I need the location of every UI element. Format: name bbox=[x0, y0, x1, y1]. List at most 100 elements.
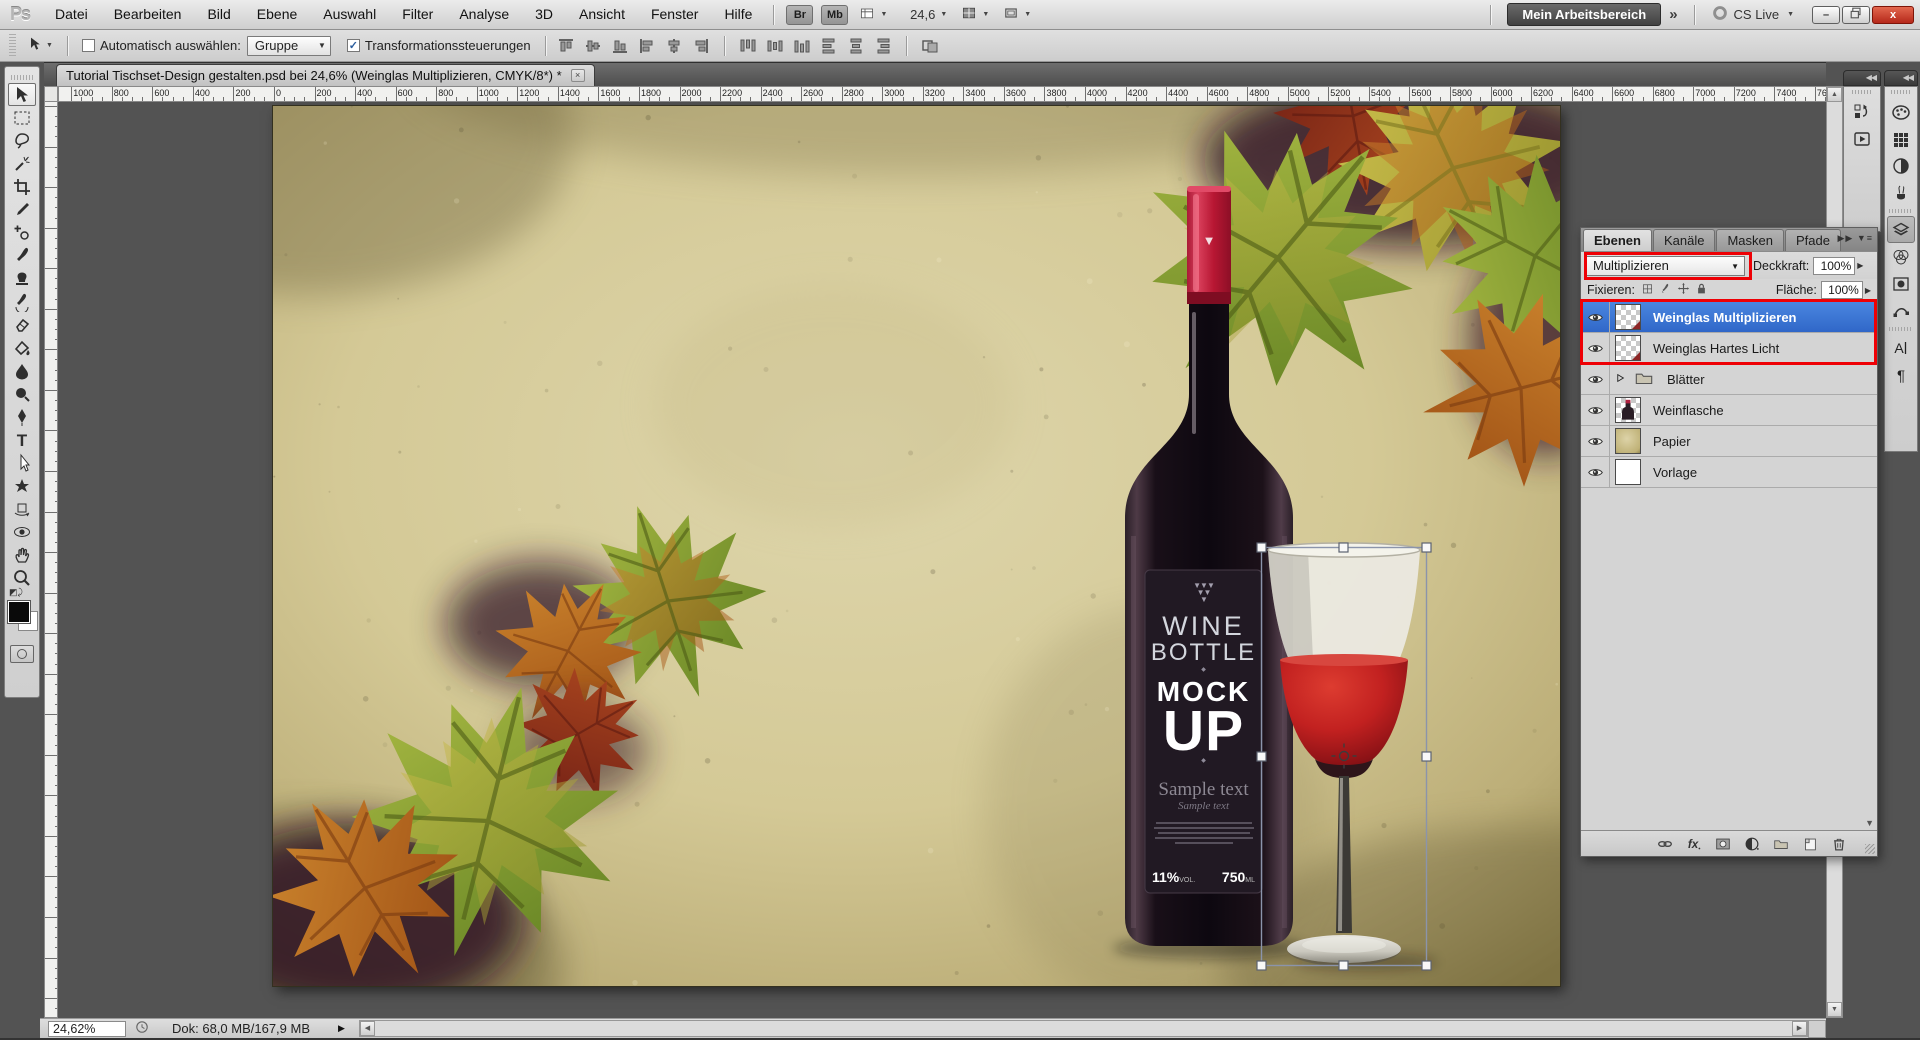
menu-analyse[interactable]: Analyse bbox=[446, 0, 522, 29]
layer-row-bl-tter[interactable]: Blätter bbox=[1581, 364, 1877, 395]
document-canvas[interactable]: ▼ ▼▼▼ ▼▼ ▼ WINE BOTTLE ◆ MOCK UP ◆ Sampl… bbox=[273, 106, 1560, 986]
layer-row-weinglas-hartes-licht[interactable]: Weinglas Hartes Licht bbox=[1581, 333, 1877, 364]
tool-hand[interactable] bbox=[8, 543, 36, 566]
dist-right-button[interactable] bbox=[871, 35, 895, 57]
layer-thumbnail[interactable] bbox=[1615, 397, 1641, 423]
auto-select-target-dropdown[interactable]: Gruppe ▼ bbox=[247, 36, 331, 56]
tools-grip[interactable] bbox=[11, 75, 33, 80]
dock-a-collapse-header[interactable]: ◀◀ bbox=[1843, 70, 1881, 86]
lock-position-icon[interactable] bbox=[1676, 281, 1691, 299]
dock-icon-swatches[interactable] bbox=[1887, 125, 1915, 152]
quick-mask-button[interactable] bbox=[10, 645, 34, 663]
tool-eyedropper[interactable] bbox=[8, 198, 36, 221]
layer-row-weinglas-multiplizieren[interactable]: Weinglas Multiplizieren bbox=[1581, 302, 1877, 333]
menu-ansicht[interactable]: Ansicht bbox=[566, 0, 638, 29]
show-transform-controls-checkbox[interactable]: ✓ bbox=[347, 39, 360, 52]
horizontal-scrollbar[interactable]: ◀ ▶ bbox=[359, 1020, 1808, 1037]
menu-filter[interactable]: Filter bbox=[389, 0, 446, 29]
panel-tab-masken[interactable]: Masken bbox=[1716, 229, 1784, 251]
arrange-documents-button[interactable]: ▼ bbox=[961, 5, 989, 24]
tool-zoom[interactable] bbox=[8, 566, 36, 589]
group-expander-icon[interactable] bbox=[1614, 372, 1629, 387]
dock-icon-paragraph[interactable]: ¶ bbox=[1887, 361, 1915, 388]
bridge-button[interactable]: Br bbox=[786, 5, 813, 25]
screen-mode-button[interactable]: ▼ bbox=[1003, 5, 1031, 24]
dock-icon-history[interactable] bbox=[1848, 98, 1876, 125]
trash-button[interactable] bbox=[1829, 834, 1849, 854]
layer-row-weinflasche[interactable]: Weinflasche bbox=[1581, 395, 1877, 426]
panel-tab-kan-le[interactable]: Kanäle bbox=[1653, 229, 1715, 251]
menu-3d[interactable]: 3D bbox=[522, 0, 566, 29]
swap-colors-icon[interactable]: ◩⤸ bbox=[9, 587, 23, 598]
fx-button[interactable]: fx bbox=[1684, 834, 1704, 854]
resize-grip[interactable] bbox=[1808, 1020, 1826, 1038]
panel-tab-pfade[interactable]: Pfade bbox=[1785, 229, 1841, 251]
dist-top-button[interactable] bbox=[736, 35, 760, 57]
scroll-down-button[interactable]: ▼ bbox=[1827, 1002, 1842, 1017]
tool-rect-marquee[interactable] bbox=[8, 106, 36, 129]
tool-orbit-3d[interactable] bbox=[8, 520, 36, 543]
new-layer-button[interactable] bbox=[1800, 834, 1820, 854]
menu-hilfe[interactable]: Hilfe bbox=[711, 0, 765, 29]
menu-bild[interactable]: Bild bbox=[194, 0, 243, 29]
tool-brush[interactable] bbox=[8, 244, 36, 267]
tool-preset-picker[interactable]: ▼ bbox=[27, 36, 53, 55]
visibility-eye-icon[interactable] bbox=[1581, 426, 1610, 456]
tool-healing-brush[interactable] bbox=[8, 221, 36, 244]
dock-b-collapse-header[interactable]: ◀◀ bbox=[1884, 70, 1918, 86]
visibility-eye-icon[interactable] bbox=[1581, 395, 1610, 425]
scroll-left-button[interactable]: ◀ bbox=[360, 1021, 375, 1036]
tool-move[interactable] bbox=[8, 83, 36, 106]
tool-quick-selection[interactable] bbox=[8, 152, 36, 175]
align-bottom-button[interactable] bbox=[608, 35, 632, 57]
tool-eraser[interactable] bbox=[8, 313, 36, 336]
align-top-button[interactable] bbox=[554, 35, 578, 57]
panel-resize-grip[interactable] bbox=[1865, 844, 1875, 854]
auto-align-button[interactable] bbox=[918, 35, 942, 57]
scroll-up-button[interactable]: ▲ bbox=[1827, 87, 1842, 102]
opacity-field[interactable]: 100% bbox=[1813, 257, 1855, 275]
list-scroll-down-icon[interactable]: ▼ bbox=[1865, 818, 1874, 828]
dock-icon-character[interactable]: A bbox=[1887, 334, 1915, 361]
visibility-eye-icon[interactable] bbox=[1581, 364, 1610, 394]
align-right-button[interactable] bbox=[689, 35, 713, 57]
layer-thumbnail[interactable] bbox=[1615, 428, 1641, 454]
restore-button[interactable] bbox=[1842, 6, 1870, 24]
link-button[interactable] bbox=[1655, 834, 1675, 854]
tool-clone-stamp[interactable] bbox=[8, 267, 36, 290]
dock-icon-color[interactable] bbox=[1887, 98, 1915, 125]
tool-crop[interactable] bbox=[8, 175, 36, 198]
dock-icon-paths[interactable] bbox=[1887, 297, 1915, 324]
view-extras-button[interactable]: ▼ bbox=[859, 5, 887, 24]
dock-icon-channels[interactable] bbox=[1887, 243, 1915, 270]
dock-icon-layers[interactable] bbox=[1887, 216, 1915, 243]
layer-row-papier[interactable]: Papier bbox=[1581, 426, 1877, 457]
align-left-button[interactable] bbox=[635, 35, 659, 57]
tool-pen[interactable] bbox=[8, 405, 36, 428]
document-tab[interactable]: Tutorial Tischset-Design gestalten.psd b… bbox=[56, 64, 595, 86]
dist-bottom-button[interactable] bbox=[790, 35, 814, 57]
minimize-button[interactable]: – bbox=[1812, 6, 1840, 24]
tool-burn[interactable] bbox=[8, 382, 36, 405]
dist-hcenter-button[interactable] bbox=[844, 35, 868, 57]
tool-paint-bucket[interactable] bbox=[8, 336, 36, 359]
auto-select-checkbox[interactable] bbox=[82, 39, 95, 52]
zoom-level-control[interactable]: 24,6▼ bbox=[901, 7, 947, 22]
layer-thumbnail[interactable] bbox=[1615, 304, 1641, 330]
fill-field[interactable]: 100% bbox=[1821, 281, 1863, 299]
lock-all-icon[interactable] bbox=[1694, 281, 1709, 299]
mask-button[interactable] bbox=[1713, 834, 1733, 854]
vertical-ruler[interactable]: 0200400600800100012001400160018002000220… bbox=[44, 102, 58, 1018]
dock-icon-masks[interactable] bbox=[1887, 270, 1915, 297]
dist-vcenter-button[interactable] bbox=[763, 35, 787, 57]
workspace-button[interactable]: Mein Arbeitsbereich bbox=[1507, 3, 1661, 26]
options-grip[interactable] bbox=[9, 34, 16, 58]
menu-auswahl[interactable]: Auswahl bbox=[310, 0, 389, 29]
blend-mode-dropdown[interactable]: Multiplizieren ▼ bbox=[1585, 256, 1745, 276]
layer-thumbnail[interactable] bbox=[1615, 459, 1641, 485]
panel-menu-icon[interactable]: ▼≡ bbox=[1857, 233, 1873, 243]
mini-bridge-button[interactable]: Mb bbox=[821, 5, 848, 25]
foreground-color-swatch[interactable] bbox=[8, 601, 30, 623]
status-menu-arrow[interactable]: ▶ bbox=[338, 1023, 345, 1034]
menu-datei[interactable]: Datei bbox=[42, 0, 101, 29]
